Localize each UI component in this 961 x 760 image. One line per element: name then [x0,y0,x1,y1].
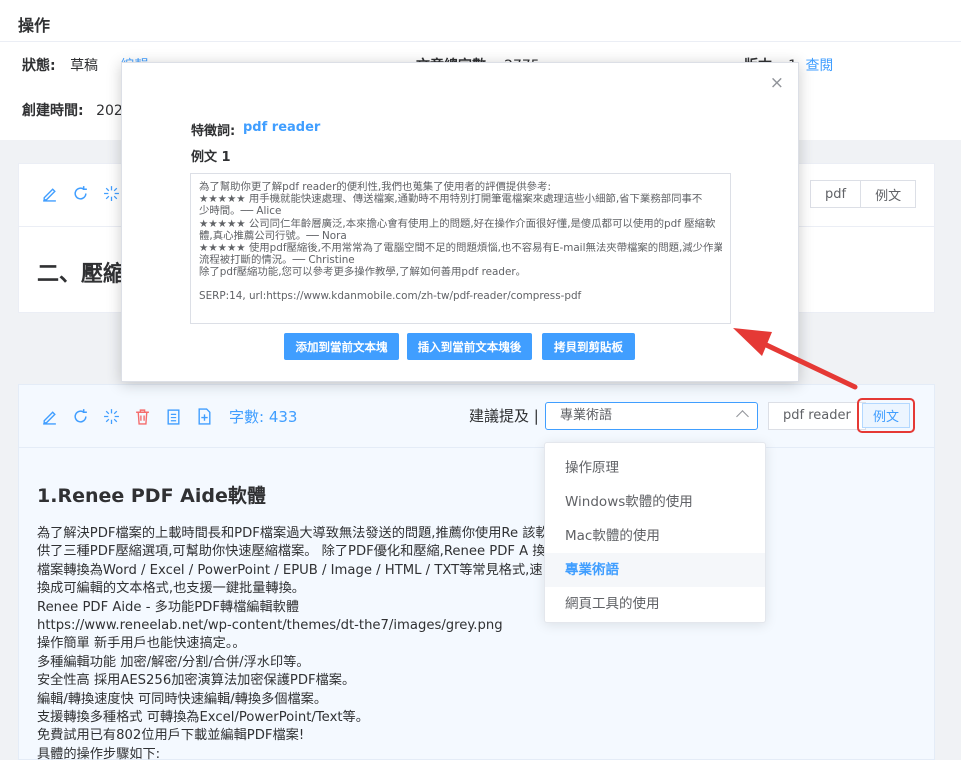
content-line: https://www.reneelab.net/wp-content/them… [37,618,503,634]
created-label: 創建時間: [22,103,84,119]
content-line: 檔案轉換為Word / Excel / PowerPoint / EPUB / … [37,562,692,578]
content-line: 供了三種PDF壓縮選項,可幫助你快速壓縮檔案。 除了PDF優化和壓縮,Renee… [37,544,668,560]
block-heading: 二、壓縮 [37,262,126,287]
example-line: 為了幫助你更了解pdf reader的便利性,我們也蒐集了使用者的評價提供參考: [199,181,551,193]
add-block-icon[interactable] [196,408,213,425]
chevron-up-icon [736,410,749,423]
example-text-box[interactable]: 為了幫助你更了解pdf reader的便利性,我們也蒐集了使用者的評價提供參考:… [190,173,731,324]
status-value: 草稿 [70,58,99,74]
dropdown-item[interactable]: Windows軟體的使用 [545,485,765,519]
example-title: 例文 1 [191,150,231,165]
topic-select[interactable]: 專業術語 [545,402,758,430]
dropdown-item[interactable]: Mac軟體的使用 [545,519,765,553]
dropdown-item[interactable]: 操作原理 [545,451,765,485]
magic-icon[interactable] [103,408,120,425]
refresh-icon[interactable] [72,185,89,202]
example-button[interactable]: 例文 [861,180,917,208]
block-toolbar [41,185,120,202]
dropdown-item-selected[interactable]: 專業術語 [545,553,765,587]
block-heading: 1.Renee PDF Aide軟體 [37,485,266,507]
divider [19,447,934,448]
block-toolbar: 字數: 433 [41,406,297,427]
insert-after-block-button[interactable]: 插入到當前文本塊後 [407,333,532,360]
content-line: Renee PDF Aide - 多功能PDF轉檔編輯軟體 [37,599,300,615]
topic-select-value: 專業術語 [560,408,613,423]
topic-dropdown-menu: 操作原理 Windows軟體的使用 Mac軟體的使用 專業術語 網頁工具的使用 [544,442,766,623]
keyword-pdf-button[interactable]: pdf [810,180,862,208]
magic-icon[interactable] [103,185,120,202]
content-line: 安全性高 採用AES256加密演算法加密保護PDF檔案。 [37,673,356,689]
keyword-pdf-reader-button[interactable]: pdf reader [768,402,866,430]
keyword-value: pdf reader [243,120,321,135]
example-line: ★★★★★ 用手機就能快速處理、傳送檔案,通勤時不用特別打開筆電檔案來處理這些小… [199,193,703,206]
example-line: 體,真心推薦公司行號。── Nora [199,229,347,242]
keyword-label: 特徵詞: [191,124,236,139]
created-row: 創建時間: 202 [22,100,123,120]
refresh-icon[interactable] [72,408,89,425]
example-dialog: × 特徵詞: pdf reader 例文 1 為了幫助你更了解pdf reade… [121,62,799,382]
panel-title: 操作 [18,16,51,35]
content-line: 免費試用已有802位用戶下載並編輯PDF檔案! [37,728,305,744]
example-line: ★★★★★ 使用pdf壓縮後,不用常常為了電腦空間不足的問題煩惱,也不容易有E-… [199,242,722,255]
example-button[interactable]: 例文 [862,403,910,428]
block-content[interactable]: 為了解決PDF檔案的上載時間長和PDF檔案過大導致無法發送的問題,推薦你使用Re… [37,525,917,760]
content-line: 換成可編輯的文本格式,也支援一鍵批量轉換。 [37,581,305,597]
content-line: 多種編輯功能 加密/解密/分割/合併/浮水印等。 [37,654,310,670]
copy-block-icon[interactable] [165,408,182,425]
content-line: 為了解決PDF檔案的上載時間長和PDF檔案過大導致無法發送的問題,推薦你使用Re… [37,526,668,541]
delete-icon[interactable] [134,408,151,425]
status-label: 狀態: [22,58,56,74]
edit-icon[interactable] [41,408,58,425]
dropdown-item[interactable]: 網頁工具的使用 [545,587,765,621]
serp-source: SERP:14, url:https://www.kdanmobile.com/… [199,289,582,302]
content-line: 操作簡單 新手用戶也能快速搞定。。 [37,636,246,652]
suggest-label: 建議提及 | [469,407,539,425]
text-block-card-active: 字數: 433 建議提及 | 專業術語 pdf reader 例文 1.Rene… [18,384,935,760]
character-count: 字數: 433 [229,408,298,426]
example-line: ★★★★★ 公司同仁年齡層廣泛,本來擔心會有使用上的問題,好在操作介面很好懂,是… [199,217,716,230]
content-line: 具體的操作步驟如下: [37,746,161,760]
created-value: 202 [96,103,123,119]
example-line: 流程被打斷的情況。── Christine [199,254,355,267]
divider [0,41,961,42]
example-line: 除了pdf壓縮功能,您可以參考更多操作教學,了解如何善用pdf reader。 [199,266,527,279]
close-icon[interactable]: × [770,73,784,93]
edit-icon[interactable] [41,185,58,202]
view-version-link[interactable]: 查閱 [805,58,833,74]
content-line: 支援轉換多種格式 可轉換為Excel/PowerPoint/Text等。 [37,710,369,726]
example-line: 少時間。── Alice [199,205,282,218]
content-line: 編輯/轉換速度快 可同時快速編輯/轉換多個檔案。 [37,691,328,707]
example-button-highlight: 例文 [857,398,915,433]
copy-to-clipboard-button[interactable]: 拷貝到剪貼板 [542,333,635,360]
add-to-block-button[interactable]: 添加到當前文本塊 [284,333,399,360]
keyword-button-group: pdf 例文 [810,180,917,208]
